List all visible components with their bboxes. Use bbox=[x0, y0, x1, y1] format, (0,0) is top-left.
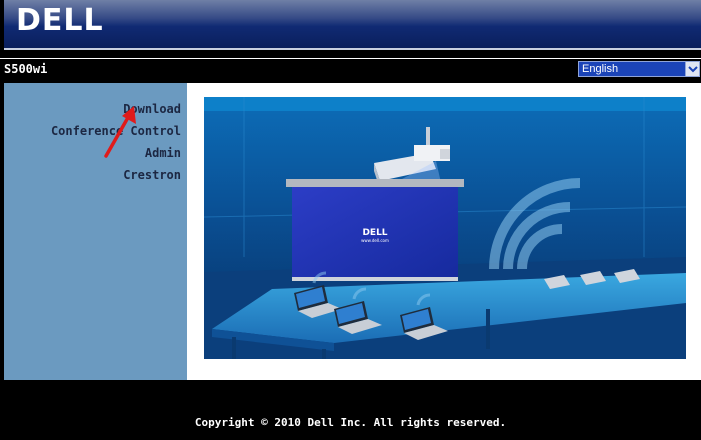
page-frame: DELL S500wi English Download Conference … bbox=[0, 0, 701, 440]
main-content: DELL www.dell.com bbox=[187, 83, 701, 380]
model-name: S500wi bbox=[4, 62, 48, 76]
screen-url: www.dell.com bbox=[361, 238, 389, 243]
chevron-down-icon[interactable] bbox=[685, 62, 699, 76]
footer: Copyright © 2010 Dell Inc. All rights re… bbox=[0, 380, 701, 440]
language-select[interactable]: English bbox=[578, 61, 700, 77]
header-banner: DELL bbox=[4, 0, 701, 50]
sidebar: Download Conference Control Admin Crestr… bbox=[4, 83, 187, 380]
copyright-text: Copyright © 2010 Dell Inc. All rights re… bbox=[194, 416, 507, 429]
screen-logo: DELL bbox=[362, 228, 387, 238]
sidebar-item-crestron[interactable]: Crestron bbox=[51, 164, 181, 186]
dell-logo: DELL bbox=[16, 3, 104, 38]
language-selected-value: English bbox=[582, 63, 619, 75]
title-bar: S500wi English bbox=[0, 58, 701, 79]
conference-room-illustration: DELL www.dell.com bbox=[204, 97, 686, 359]
annotation-arrow-icon bbox=[104, 106, 136, 158]
